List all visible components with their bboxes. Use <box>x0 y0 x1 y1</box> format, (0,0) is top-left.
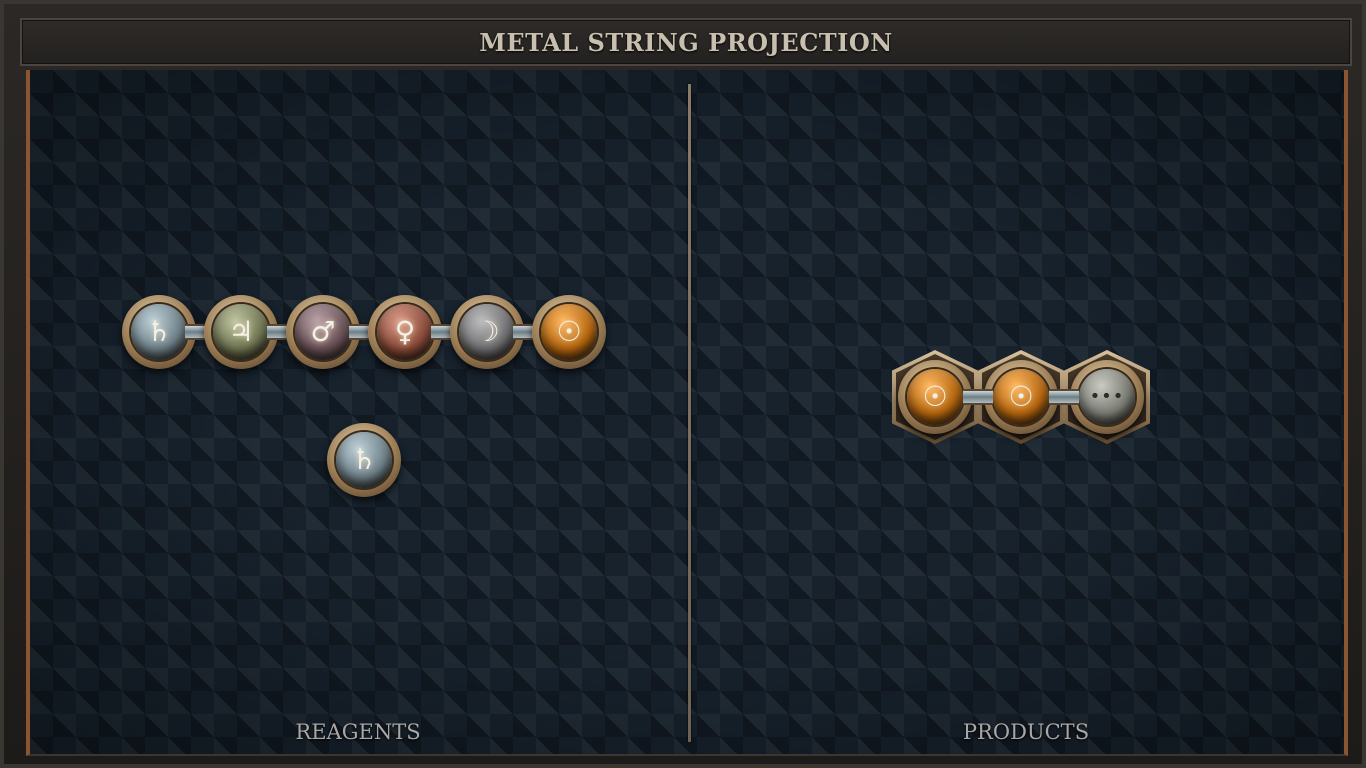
atom-gold[interactable]: ☉ <box>984 360 1058 434</box>
tin-symbol-icon: ♃ <box>228 315 254 348</box>
atom-unknown[interactable]: ••• <box>1070 360 1144 434</box>
reagents-label: REAGENTS <box>295 720 421 744</box>
gold-orb: ☉ <box>993 369 1049 425</box>
unknown-symbol-icon: ••• <box>1089 386 1125 407</box>
copper-orb: ♀ <box>377 304 433 360</box>
copper-symbol-icon: ♀ <box>394 315 416 348</box>
gold-orb: ☉ <box>907 369 963 425</box>
silver-orb: ☽ <box>459 304 515 360</box>
products-label: PRODUCTS <box>962 720 1090 744</box>
atom-gold[interactable]: ☉ <box>532 295 606 369</box>
atom-lead[interactable]: ♄ <box>327 423 401 497</box>
lead-symbol-icon: ♄ <box>351 443 377 476</box>
page-title: METAL STRING PROJECTION <box>479 27 893 57</box>
iron-orb: ♂ <box>295 304 351 360</box>
bond-connector <box>963 389 993 405</box>
gold-symbol-icon: ☉ <box>1008 380 1034 413</box>
lead-symbol-icon: ♄ <box>146 315 172 348</box>
title-bar: METAL STRING PROJECTION <box>20 18 1352 66</box>
iron-symbol-icon: ♂ <box>310 315 336 348</box>
lead-orb: ♄ <box>131 304 187 360</box>
silver-symbol-icon: ☽ <box>474 315 500 348</box>
tin-orb: ♃ <box>213 304 269 360</box>
gold-symbol-icon: ☉ <box>922 380 948 413</box>
atom-gold[interactable]: ☉ <box>898 360 972 434</box>
gold-orb: ☉ <box>541 304 597 360</box>
game-frame: METAL STRING PROJECTION REAGENTS PRODUCT… <box>0 0 1366 768</box>
projection-board: REAGENTS PRODUCTS ♄ ♃ ♂ ♀ ☽ ☉ ♄ ☉ ☉ ••• <box>26 70 1348 756</box>
lead-orb: ♄ <box>336 432 392 488</box>
panel-divider <box>688 84 691 742</box>
bond-connector <box>1049 389 1079 405</box>
gold-symbol-icon: ☉ <box>556 315 582 348</box>
unknown-orb: ••• <box>1079 369 1135 425</box>
